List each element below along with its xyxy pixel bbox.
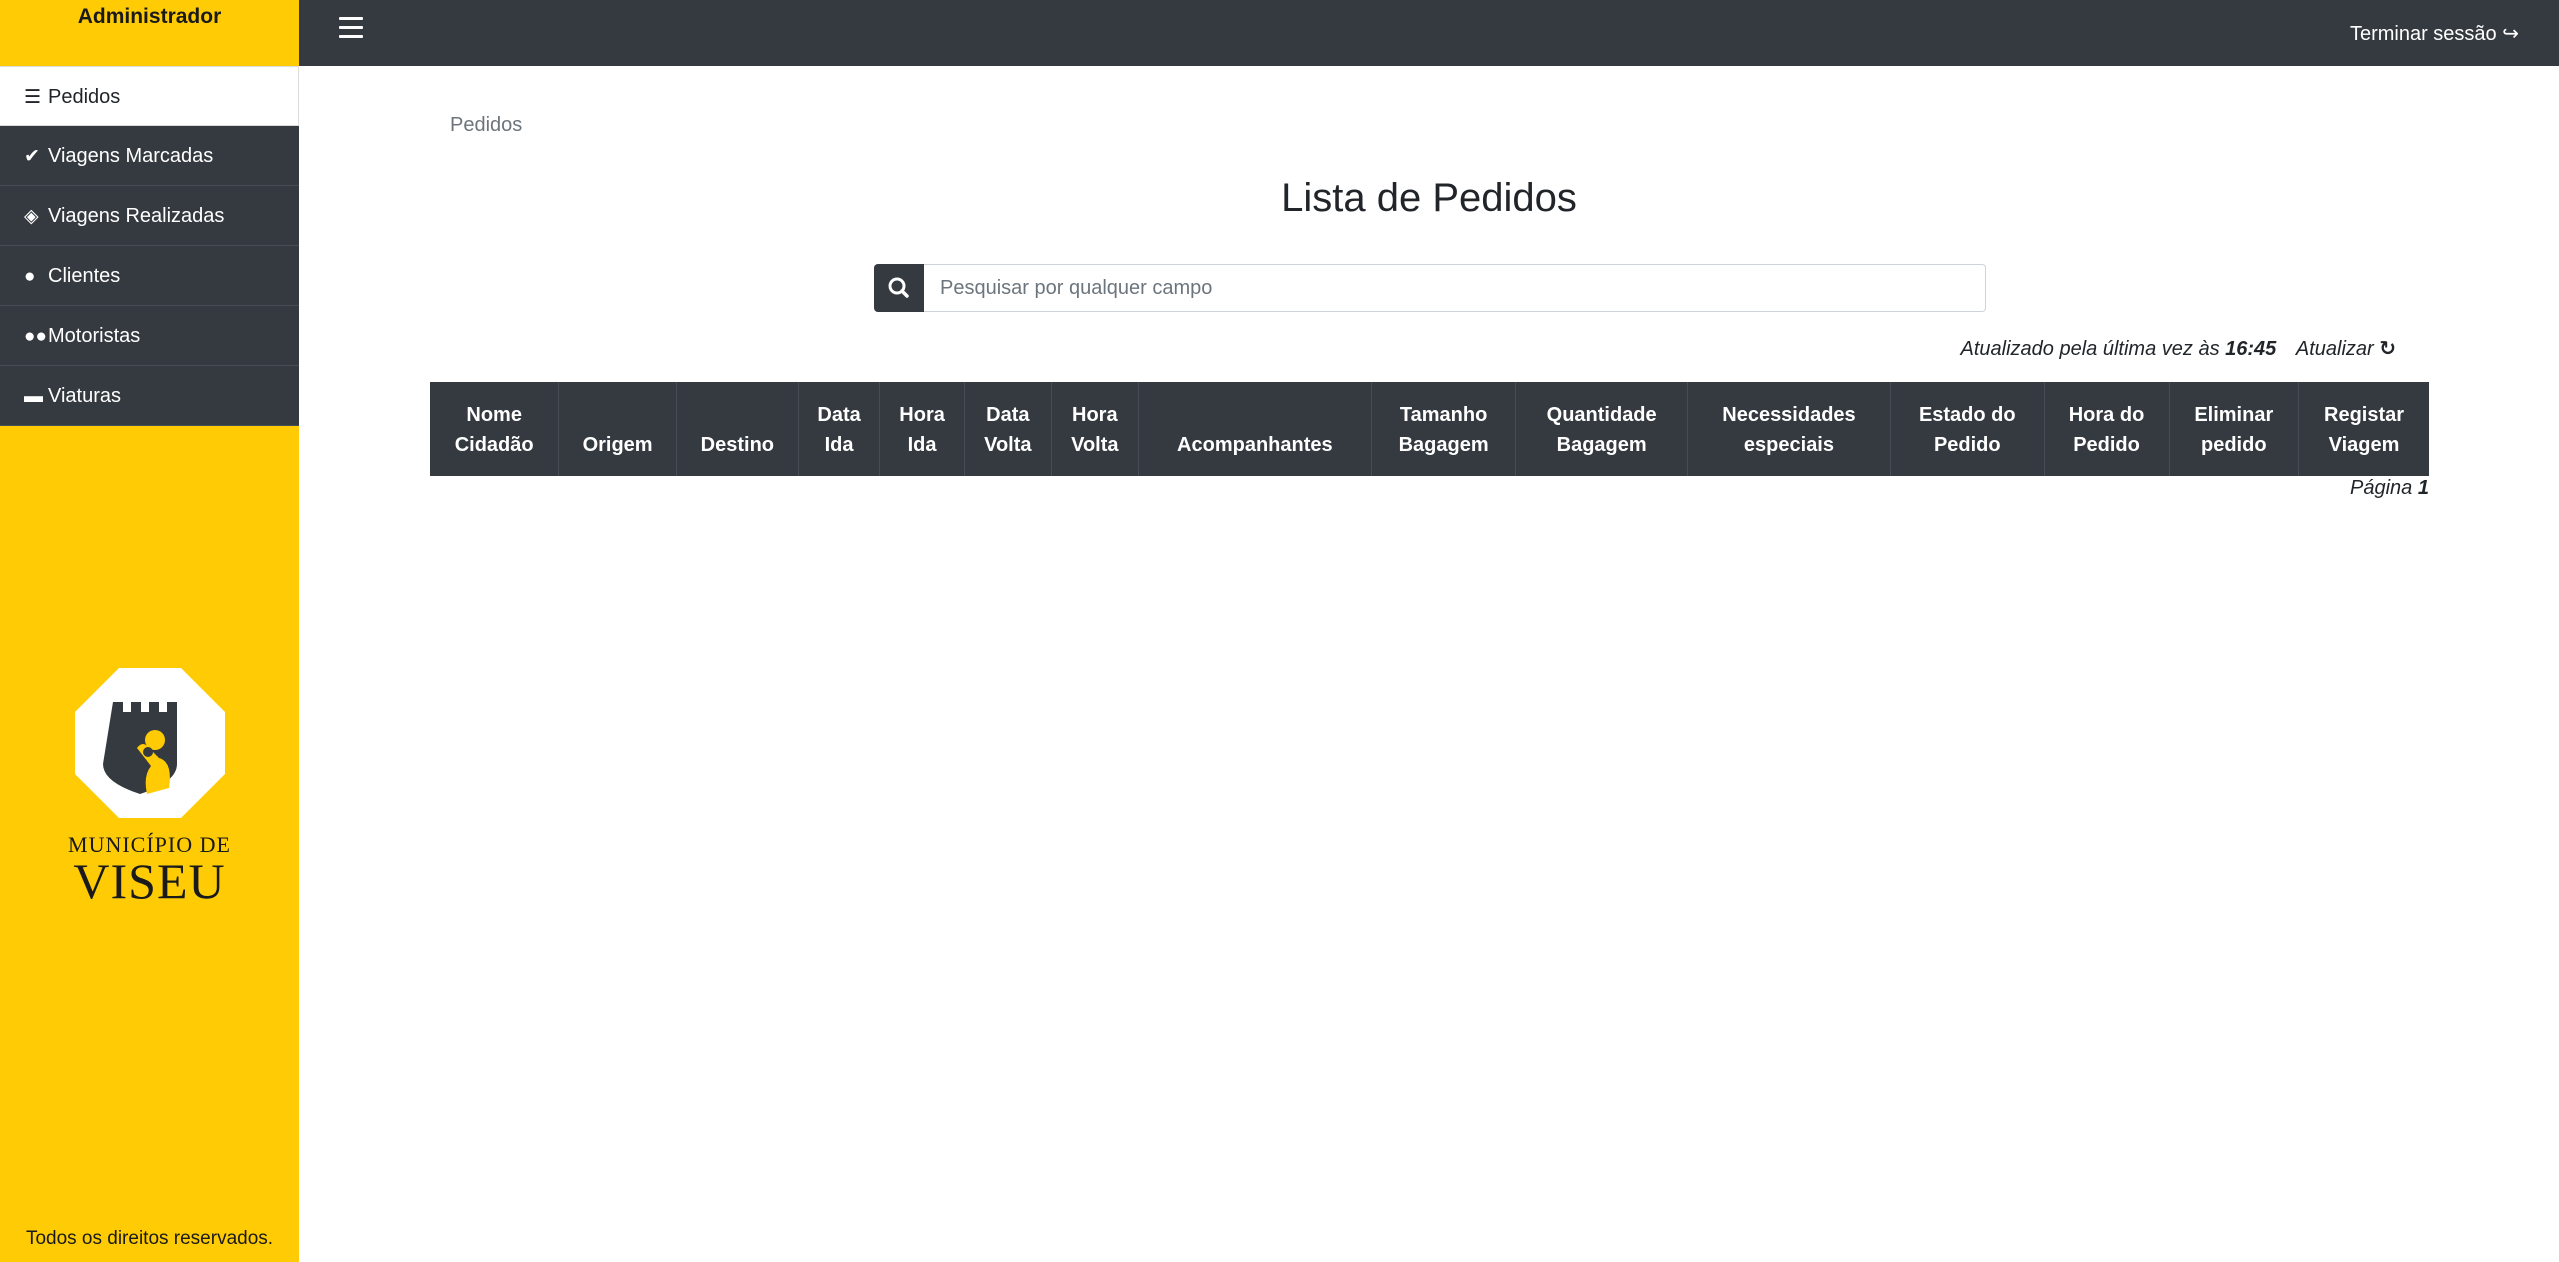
last-updated-label: Atualizado pela última vez às [1960,338,2220,360]
column-header-text: Bagagem [1398,434,1489,456]
page-label: Página [2350,477,2413,499]
ticket-icon: ◈ [24,206,39,227]
column-header: Hora do Pedido [2044,382,2170,476]
breadcrumb: Pedidos [450,114,523,136]
last-updated-status: Atualizado pela última vez às 16:45 Atua… [1961,336,2396,361]
sidebar-item-label: Viagens Marcadas [48,145,214,167]
sidebar-item-pedidos[interactable]: ☰ Pedidos [0,66,299,126]
column-header-text: Nome [466,404,522,426]
column-header-text: Quantidade [1546,404,1657,426]
column-header-text: Acompanhantes [1177,434,1333,456]
footer-copyright: Todos os direitos reservados. [25,1228,274,1249]
column-header-text: Estado do [1918,404,2016,426]
sidebar-item-viagens-marcadas[interactable]: ✔ Viagens Marcadas [0,126,299,186]
column-header: Data Volta [964,382,1052,476]
sign-out-icon: ↪ [2502,23,2519,45]
column-header: Tamanho Bagagem [1371,382,1517,476]
sidebar-item-viagens-realizadas[interactable]: ◈ Viagens Realizadas [0,186,299,246]
column-header: Destino [676,382,799,476]
car-icon: ▬ [24,386,43,407]
column-header: Registar Viagem [2298,382,2429,476]
municipality-logo: MUNICÍPIO DE VISEU [0,668,299,909]
column-header-text: Registar [2324,404,2405,426]
users-icon: ●● [24,326,47,347]
sidebar-item-label: Viaturas [48,385,122,407]
column-header: Necessidades especiais [1687,382,1892,476]
viseu-emblem-icon [74,668,225,818]
logo-text-line2: VISEU [73,853,226,909]
column-header: Hora Volta [1051,382,1139,476]
page-number: 1 [2417,477,2429,499]
column-header: Eliminar pedido [2169,382,2300,476]
sidebar-item-clientes[interactable]: ● Clientes [0,246,299,306]
column-header-text: Hora do [2068,404,2145,426]
column-header-text: Ida [907,434,937,456]
user-icon: ● [24,266,36,287]
search-icon [888,277,909,298]
column-header-text: Volta [1071,434,1119,456]
sidebar-item-label: Viagens Realizadas [48,205,225,227]
column-header-text: Volta [984,434,1032,456]
refresh-label: Atualizar [2295,338,2374,360]
column-header-text: Origem [582,434,653,456]
column-header-text: Bagagem [1556,434,1647,456]
search-input[interactable] [924,264,1986,312]
check-icon: ✔ [24,146,40,167]
column-header-text: Pedido [2073,434,2140,456]
column-header-text: Data [817,404,861,426]
sidebar: Administrador ☰ Pedidos ✔ Viagens Marcadas… [0,0,299,1262]
sidebar-menu: ☰ Pedidos ✔ Viagens Marcadas ◈ Viagens Real… [0,66,299,426]
column-header-text: Hora [899,404,945,426]
column-header-text: Pedido [1933,434,2001,456]
column-header: Origem [558,382,677,476]
column-header: Acompanhantes [1138,382,1372,476]
sidebar-title: Administrador [77,5,222,28]
pagination-status: Página 1 [2350,477,2429,500]
column-header-text: Hora [1072,404,1118,426]
column-header: Data Ida [798,382,881,476]
column-header-text: Eliminar [2194,404,2274,426]
column-header-text: pedido [2201,434,2267,456]
table-header-row: Nome Cidadão Origem Destino Data Ida Hora Ida Da… [430,382,2429,476]
column-header-text: Tamanho [1399,404,1488,426]
list-icon: ☰ [24,87,42,108]
column-header-text: Viagem [2328,434,2400,456]
top-navbar: Terminar sessão ↪ [299,0,2559,66]
refresh-icon: ↻ [2379,338,2396,360]
column-header-text: Data [986,404,1030,426]
last-updated-time: 16:45 [2225,338,2277,360]
sidebar-item-label: Pedidos [48,86,121,108]
refresh-button[interactable]: Atualizar ↻ [2296,338,2396,360]
column-header: Estado do Pedido [1890,382,2045,476]
sidebar-item-motoristas[interactable]: ●●Motoristas [0,306,299,366]
logout-label: Terminar sessão [2349,23,2497,45]
column-header: Hora Ida [879,382,965,476]
search-bar [874,264,1986,312]
column-header: Quantidade Bagagem [1515,382,1688,476]
sidebar-item-label: Motoristas [48,325,141,347]
sidebar-item-label: Clientes [48,265,121,287]
column-header-text: especiais [1743,434,1834,456]
column-header-text: Cidadão [454,434,534,456]
sidebar-item-viaturas[interactable]: ▬ Viaturas [0,366,299,426]
column-header-text: Destino [700,434,774,456]
column-header: Nome Cidadão [430,382,560,476]
column-header-text: Ida [824,434,854,456]
page-title: Lista de Pedidos [1281,176,1577,220]
search-button[interactable] [874,264,924,312]
hamburger-menu-icon[interactable] [339,17,363,39]
orders-table: Nome Cidadão Origem Destino Data Ida Hora Ida Da… [430,382,2429,476]
logout-button[interactable]: Terminar sessão ↪ [2350,0,2519,68]
column-header-text: Necessidades [1722,404,1856,426]
